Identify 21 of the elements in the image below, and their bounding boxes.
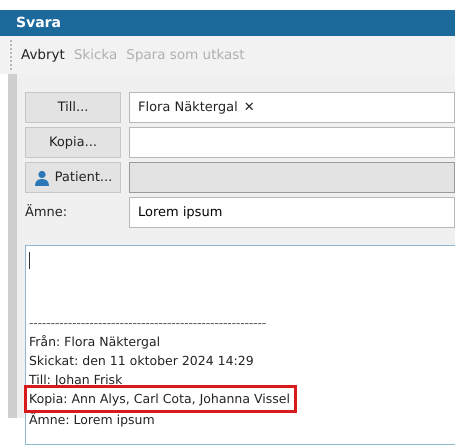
recipient-name: Flora Näktergal (138, 98, 238, 117)
quoted-header-line: Från: Flora Näktergal (29, 333, 162, 351)
quoted-header-line: Kopia: Ann Alys, Carl Cota, Johanna Vissel (29, 390, 290, 408)
input-field[interactable] (129, 162, 455, 193)
patient-button[interactable]: Patient... (25, 162, 121, 193)
to-button[interactable]: Till... (25, 92, 121, 123)
message-body-field[interactable]: ------------------------------------------------------- Från: Flora Näktergal Skickat: den 11 oktober 2024 14:29 Till: Johan Frisk Kopia: Ann Alys, Carl Cota, Johanna Vissel Ämne: Lorem ipsum (25, 245, 455, 445)
quoted-header-line: Skickat: den 11 oktober 2024 14:29 (29, 352, 255, 370)
subject-field[interactable]: Lorem ipsum (129, 197, 455, 228)
subject-label: Ämne: (25, 203, 68, 222)
separator-line: ------------------------------------------------------- (29, 314, 268, 332)
toolbar-button[interactable]: Avbryt (21, 44, 65, 66)
input-field[interactable] (129, 127, 455, 158)
text-cursor (29, 252, 30, 269)
remove-button[interactable]: ✕ (244, 98, 255, 118)
window-title: Svara (0, 10, 455, 36)
recipient-field[interactable]: Flora Näktergal ✕ (129, 92, 455, 123)
quoted-header-line: Till: Johan Frisk (29, 371, 124, 389)
person-icon (34, 170, 50, 186)
quoted-header-line: Ämne: Lorem ipsum (29, 410, 156, 428)
cc-button[interactable]: Kopia... (25, 127, 121, 158)
